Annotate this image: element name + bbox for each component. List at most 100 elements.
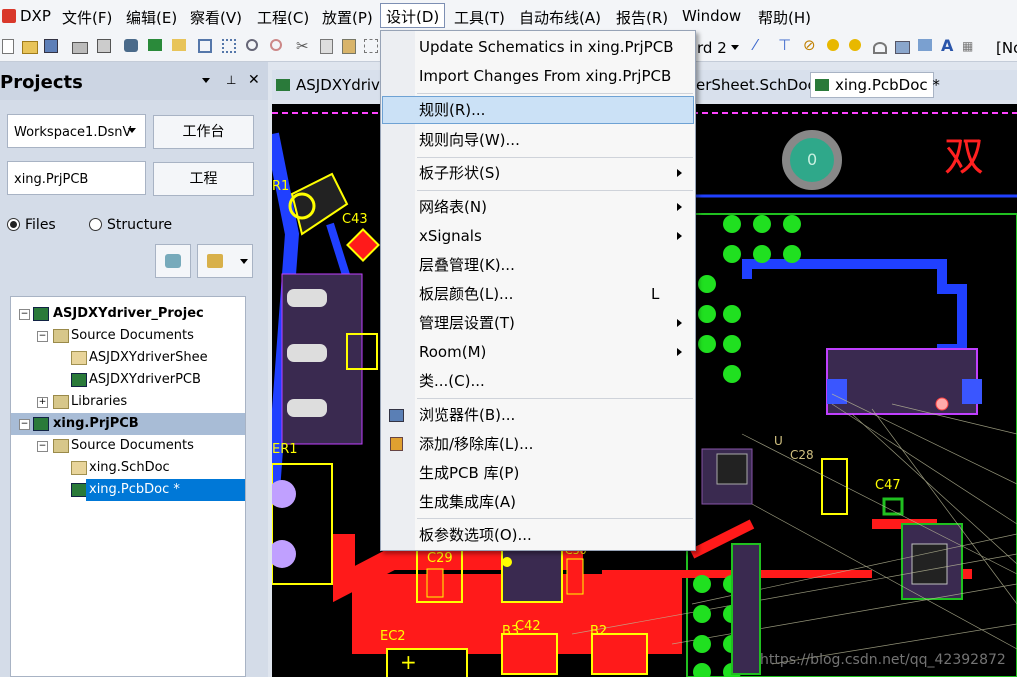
pcb-icon[interactable] xyxy=(148,39,162,51)
menu-design[interactable]: 设计(D) xyxy=(380,3,446,28)
menu-item-room[interactable]: Room(M) xyxy=(419,340,486,364)
paste-icon[interactable] xyxy=(342,39,356,54)
zoom-area-icon[interactable] xyxy=(222,39,236,53)
menu-item-make-pcb-library[interactable]: 生成PCB 库(P) xyxy=(419,461,519,485)
menu-item-rules[interactable]: 规则(R)... xyxy=(419,98,485,122)
tree-label: Source Documents xyxy=(71,328,194,343)
collapse-icon[interactable]: − xyxy=(19,419,30,430)
fill-icon[interactable] xyxy=(895,41,910,54)
menu-item-update-schematics[interactable]: Update Schematics in xing.PrjPCB xyxy=(419,35,674,59)
close-icon[interactable]: ✕ xyxy=(248,72,260,88)
menu-item-make-integrated-library[interactable]: 生成集成库(A) xyxy=(419,490,516,514)
menu-separator xyxy=(417,190,693,191)
diff-pair-icon[interactable]: ⊤ xyxy=(778,36,794,54)
open-icon[interactable] xyxy=(22,41,38,54)
combo-dropdown-arrow-icon[interactable] xyxy=(731,45,739,50)
pcb-label: R1 xyxy=(272,179,290,194)
menu-item-layer-sets[interactable]: 管理层设置(T) xyxy=(419,311,515,335)
folder-icon[interactable] xyxy=(172,39,186,51)
menu-project[interactable]: 工程(C) xyxy=(257,7,309,28)
zoom-filter-icon[interactable] xyxy=(270,39,282,51)
menu-item-layer-colors[interactable]: 板层颜色(L)... xyxy=(419,282,513,306)
upload-icon xyxy=(207,254,223,268)
cut-icon[interactable]: ✂ xyxy=(296,37,312,55)
expand-icon[interactable]: + xyxy=(37,397,48,408)
zoom-fit-icon[interactable] xyxy=(198,39,212,53)
project-options-button[interactable] xyxy=(197,244,253,278)
workspace-combo[interactable]: Workspace1.DsnV xyxy=(7,114,146,148)
pin-icon[interactable]: ⊥ xyxy=(226,73,236,87)
files-radio-label[interactable]: Files xyxy=(25,217,56,233)
menu-file[interactable]: 文件(F) xyxy=(62,7,112,28)
grid-icon[interactable]: ▦ xyxy=(962,39,978,55)
via-icon[interactable] xyxy=(827,39,839,51)
string-icon[interactable]: A xyxy=(941,36,957,55)
menu-item-layer-stack[interactable]: 层叠管理(K)... xyxy=(419,253,515,277)
workspace-dropdown-icon[interactable] xyxy=(128,128,136,133)
menu-item-board-shape[interactable]: 板子形状(S) xyxy=(419,161,500,185)
submenu-arrow-icon xyxy=(677,348,682,356)
menu-item-classes[interactable]: 类...(C)... xyxy=(419,369,485,393)
menu-item-rule-wizard[interactable]: 规则向导(W)... xyxy=(419,128,520,152)
tab-pcbdoc[interactable]: xing.PcbDoc * xyxy=(810,72,940,98)
menu-dxp[interactable]: DXP xyxy=(20,7,51,25)
collapse-icon[interactable]: − xyxy=(19,309,30,320)
structure-radio-label[interactable]: Structure xyxy=(107,217,172,233)
print-preview-icon[interactable] xyxy=(97,39,111,53)
tree-item-pcb-2[interactable]: xing.PcbDoc * xyxy=(11,479,245,501)
menu-item-add-remove-library[interactable]: 添加/移除库(L)... xyxy=(419,432,533,456)
menu-place[interactable]: 放置(P) xyxy=(322,7,373,28)
tab-label: xing.PcbDoc * xyxy=(835,76,940,94)
tree-item-project-1[interactable]: − ASJDXYdriver_Projec xyxy=(11,303,245,325)
compile-button[interactable] xyxy=(155,244,191,278)
project-button[interactable]: 工程 xyxy=(153,162,254,196)
select-icon[interactable] xyxy=(364,39,378,53)
panel-title: Projects xyxy=(0,72,83,93)
collapse-icon[interactable]: − xyxy=(37,441,48,452)
submenu-arrow-icon xyxy=(677,232,682,240)
3d-icon[interactable] xyxy=(124,39,138,52)
tab-label: ASJDXYdriv xyxy=(296,76,380,94)
tree-item-project-2[interactable]: − xing.PrjPCB xyxy=(11,413,245,435)
panel-menu-icon[interactable] xyxy=(202,78,210,83)
project-tree: − ASJDXYdriver_Projec − Source Documents… xyxy=(10,296,246,677)
collapse-icon[interactable]: − xyxy=(37,331,48,342)
menu-autoroute[interactable]: 自动布线(A) xyxy=(519,7,601,28)
menu-item-netlist[interactable]: 网络表(N) xyxy=(419,195,487,219)
arc-icon[interactable] xyxy=(873,42,887,54)
filter-combo-text[interactable]: [No xyxy=(996,39,1017,57)
menu-reports[interactable]: 报告(R) xyxy=(616,7,668,28)
menu-window[interactable]: Window xyxy=(682,7,741,25)
layer-combo-text[interactable]: rd 2 xyxy=(697,39,727,57)
svg-text:双: 双 xyxy=(944,134,984,180)
files-radio[interactable] xyxy=(7,218,20,231)
polygon-icon[interactable] xyxy=(918,39,932,51)
project-value: xing.PrjPCB xyxy=(14,172,89,187)
pcb-label: C29 xyxy=(427,551,453,566)
shortcut-label: L xyxy=(651,285,660,303)
menu-item-xsignals[interactable]: xSignals xyxy=(419,224,482,248)
menu-item-board-options[interactable]: 板参数选项(O)... xyxy=(419,523,532,547)
save-icon[interactable] xyxy=(44,39,58,53)
zoom-select-icon[interactable] xyxy=(246,39,258,51)
watermark: https://blog.csdn.net/qq_42392872 xyxy=(760,652,1006,668)
folder-icon xyxy=(53,395,69,409)
menu-help[interactable]: 帮助(H) xyxy=(758,7,811,28)
structure-radio[interactable] xyxy=(89,218,102,231)
menu-item-browse-components[interactable]: 浏览器件(B)... xyxy=(419,403,515,427)
menu-edit[interactable]: 编辑(E) xyxy=(126,7,177,28)
pad-icon[interactable]: ⊘ xyxy=(803,36,819,54)
tab-schdoc[interactable]: erSheet.SchDoc xyxy=(696,72,816,98)
print-icon[interactable] xyxy=(72,42,88,54)
workspace-button[interactable]: 工作台 xyxy=(153,115,254,149)
copy-icon[interactable] xyxy=(320,39,333,54)
new-icon[interactable] xyxy=(2,39,14,54)
project-field[interactable]: xing.PrjPCB xyxy=(7,161,146,195)
menu-tools[interactable]: 工具(T) xyxy=(454,7,505,28)
tree-label: xing.PcbDoc * xyxy=(89,482,180,497)
route-icon[interactable]: ⁄ xyxy=(754,36,770,54)
folder-icon xyxy=(53,329,69,343)
menu-view[interactable]: 察看(V) xyxy=(190,7,242,28)
menu-item-import-changes[interactable]: Import Changes From xing.PrjPCB xyxy=(419,64,671,88)
via-pin-icon[interactable] xyxy=(849,39,861,51)
